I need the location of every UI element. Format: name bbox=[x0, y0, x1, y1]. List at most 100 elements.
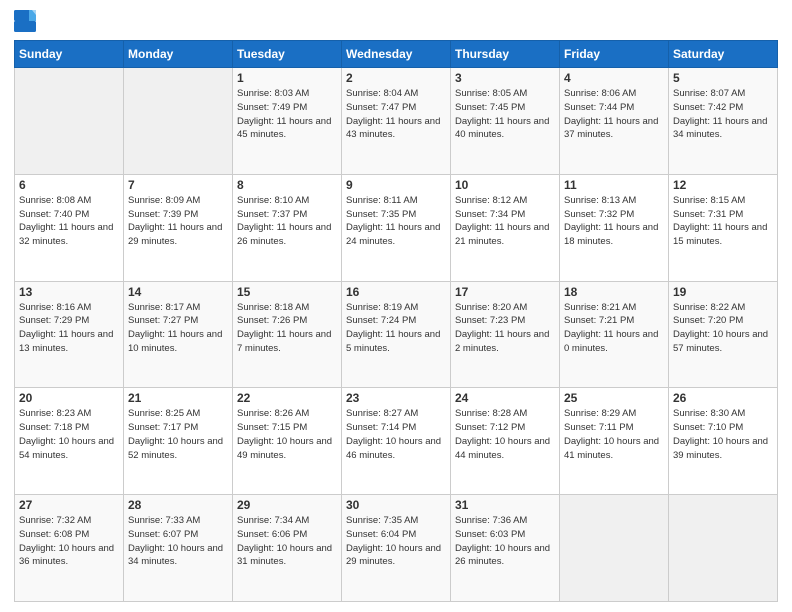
day-number: 15 bbox=[237, 285, 337, 299]
day-info: Sunrise: 8:17 AM Sunset: 7:27 PM Dayligh… bbox=[128, 301, 228, 356]
day-number: 3 bbox=[455, 71, 555, 85]
day-number: 19 bbox=[673, 285, 773, 299]
day-number: 11 bbox=[564, 178, 664, 192]
calendar-cell: 29Sunrise: 7:34 AM Sunset: 6:06 PM Dayli… bbox=[233, 495, 342, 602]
day-info: Sunrise: 8:04 AM Sunset: 7:47 PM Dayligh… bbox=[346, 87, 446, 142]
calendar-cell: 7Sunrise: 8:09 AM Sunset: 7:39 PM Daylig… bbox=[124, 174, 233, 281]
calendar-header-sunday: Sunday bbox=[15, 41, 124, 68]
day-number: 8 bbox=[237, 178, 337, 192]
day-info: Sunrise: 8:11 AM Sunset: 7:35 PM Dayligh… bbox=[346, 194, 446, 249]
calendar-week-3: 13 Sunrise: 8:16 AM Sunset: 7:29 PM Dayli… bbox=[15, 281, 778, 388]
day-info: Sunrise: 8:27 AM Sunset: 7:14 PM Dayligh… bbox=[346, 407, 446, 462]
day-info: Sunrise: 8:19 AM Sunset: 7:24 PM Dayligh… bbox=[346, 301, 446, 356]
day-number: 5 bbox=[673, 71, 773, 85]
day-info: Sunrise: 8:20 AM Sunset: 7:23 PM Dayligh… bbox=[455, 301, 555, 356]
calendar-cell bbox=[560, 495, 669, 602]
day-number: 1 bbox=[237, 71, 337, 85]
calendar-cell: 4 Sunrise: 8:06 AM Sunset: 7:44 PM Daylig… bbox=[560, 68, 669, 175]
calendar-cell: 26 Sunrise: 8:30 AM Sunset: 7:10 PM Dayli… bbox=[669, 388, 778, 495]
calendar-cell: 8 Sunrise: 8:10 AM Sunset: 7:37 PM Daylig… bbox=[233, 174, 342, 281]
day-number: 24 bbox=[455, 391, 555, 405]
calendar-cell: 21 Sunrise: 8:25 AM Sunset: 7:17 PM Dayli… bbox=[124, 388, 233, 495]
calendar-cell: 10 Sunrise: 8:12 AM Sunset: 7:34 PM Dayli… bbox=[451, 174, 560, 281]
calendar-cell: 9 Sunrise: 8:11 AM Sunset: 7:35 PM Daylig… bbox=[342, 174, 451, 281]
calendar-cell: 18Sunrise: 8:21 AM Sunset: 7:21 PM Dayli… bbox=[560, 281, 669, 388]
day-number: 28 bbox=[128, 498, 228, 512]
calendar-cell: 15 Sunrise: 8:18 AM Sunset: 7:26 PM Dayli… bbox=[233, 281, 342, 388]
day-info: Sunrise: 8:22 AM Sunset: 7:20 PM Dayligh… bbox=[673, 301, 773, 356]
calendar-header-tuesday: Tuesday bbox=[233, 41, 342, 68]
calendar-cell: 17 Sunrise: 8:20 AM Sunset: 7:23 PM Dayli… bbox=[451, 281, 560, 388]
day-info: Sunrise: 8:05 AM Sunset: 7:45 PM Dayligh… bbox=[455, 87, 555, 142]
day-number: 17 bbox=[455, 285, 555, 299]
day-info: Sunrise: 8:08 AM Sunset: 7:40 PM Dayligh… bbox=[19, 194, 119, 249]
day-number: 25 bbox=[564, 391, 664, 405]
day-info: Sunrise: 8:15 AM Sunset: 7:31 PM Dayligh… bbox=[673, 194, 773, 249]
calendar-cell: 1 Sunrise: 8:03 AM Sunset: 7:49 PM Daylig… bbox=[233, 68, 342, 175]
day-info: Sunrise: 8:10 AM Sunset: 7:37 PM Dayligh… bbox=[237, 194, 337, 249]
calendar-cell: 27Sunrise: 7:32 AM Sunset: 6:08 PM Dayli… bbox=[15, 495, 124, 602]
day-info: Sunrise: 8:25 AM Sunset: 7:17 PM Dayligh… bbox=[128, 407, 228, 462]
day-info: Sunrise: 7:36 AM Sunset: 6:03 PM Dayligh… bbox=[455, 514, 555, 569]
calendar-week-2: 6 Sunrise: 8:08 AM Sunset: 7:40 PM Daylig… bbox=[15, 174, 778, 281]
day-number: 9 bbox=[346, 178, 446, 192]
day-number: 6 bbox=[19, 178, 119, 192]
calendar-cell: 11 Sunrise: 8:13 AM Sunset: 7:32 PM Dayli… bbox=[560, 174, 669, 281]
day-info: Sunrise: 8:13 AM Sunset: 7:32 PM Dayligh… bbox=[564, 194, 664, 249]
day-info: Sunrise: 8:29 AM Sunset: 7:11 PM Dayligh… bbox=[564, 407, 664, 462]
day-number: 21 bbox=[128, 391, 228, 405]
calendar-cell: 31 Sunrise: 7:36 AM Sunset: 6:03 PM Dayli… bbox=[451, 495, 560, 602]
day-info: Sunrise: 8:16 AM Sunset: 7:29 PM Dayligh… bbox=[19, 301, 119, 356]
calendar-cell: 13 Sunrise: 8:16 AM Sunset: 7:29 PM Dayli… bbox=[15, 281, 124, 388]
calendar-cell: 3 Sunrise: 8:05 AM Sunset: 7:45 PM Daylig… bbox=[451, 68, 560, 175]
day-info: Sunrise: 8:06 AM Sunset: 7:44 PM Dayligh… bbox=[564, 87, 664, 142]
day-info: Sunrise: 8:09 AM Sunset: 7:39 PM Dayligh… bbox=[128, 194, 228, 249]
header bbox=[14, 10, 778, 32]
calendar-cell: 22 Sunrise: 8:26 AM Sunset: 7:15 PM Dayli… bbox=[233, 388, 342, 495]
day-info: Sunrise: 8:30 AM Sunset: 7:10 PM Dayligh… bbox=[673, 407, 773, 462]
day-number: 26 bbox=[673, 391, 773, 405]
day-number: 4 bbox=[564, 71, 664, 85]
calendar-header-saturday: Saturday bbox=[669, 41, 778, 68]
calendar-cell: 16 Sunrise: 8:19 AM Sunset: 7:24 PM Dayli… bbox=[342, 281, 451, 388]
calendar-week-5: 27Sunrise: 7:32 AM Sunset: 6:08 PM Dayli… bbox=[15, 495, 778, 602]
day-number: 20 bbox=[19, 391, 119, 405]
day-info: Sunrise: 8:23 AM Sunset: 7:18 PM Dayligh… bbox=[19, 407, 119, 462]
day-info: Sunrise: 7:33 AM Sunset: 6:07 PM Dayligh… bbox=[128, 514, 228, 569]
page: SundayMondayTuesdayWednesdayThursdayFrid… bbox=[0, 0, 792, 612]
day-number: 23 bbox=[346, 391, 446, 405]
calendar-cell: 23 Sunrise: 8:27 AM Sunset: 7:14 PM Dayli… bbox=[342, 388, 451, 495]
logo bbox=[14, 10, 40, 32]
calendar-cell: 2 Sunrise: 8:04 AM Sunset: 7:47 PM Daylig… bbox=[342, 68, 451, 175]
day-number: 16 bbox=[346, 285, 446, 299]
day-number: 31 bbox=[455, 498, 555, 512]
day-number: 13 bbox=[19, 285, 119, 299]
calendar-header-thursday: Thursday bbox=[451, 41, 560, 68]
calendar-cell: 20 Sunrise: 8:23 AM Sunset: 7:18 PM Dayli… bbox=[15, 388, 124, 495]
calendar-cell: 28 Sunrise: 7:33 AM Sunset: 6:07 PM Dayli… bbox=[124, 495, 233, 602]
calendar-header-wednesday: Wednesday bbox=[342, 41, 451, 68]
day-info: Sunrise: 8:03 AM Sunset: 7:49 PM Dayligh… bbox=[237, 87, 337, 142]
day-number: 2 bbox=[346, 71, 446, 85]
calendar-week-4: 20 Sunrise: 8:23 AM Sunset: 7:18 PM Dayli… bbox=[15, 388, 778, 495]
calendar-cell bbox=[124, 68, 233, 175]
day-info: Sunrise: 8:07 AM Sunset: 7:42 PM Dayligh… bbox=[673, 87, 773, 142]
day-info: Sunrise: 7:34 AM Sunset: 6:06 PM Dayligh… bbox=[237, 514, 337, 569]
day-number: 22 bbox=[237, 391, 337, 405]
calendar-cell bbox=[669, 495, 778, 602]
day-info: Sunrise: 8:12 AM Sunset: 7:34 PM Dayligh… bbox=[455, 194, 555, 249]
calendar-header-monday: Monday bbox=[124, 41, 233, 68]
day-number: 27 bbox=[19, 498, 119, 512]
calendar-header-friday: Friday bbox=[560, 41, 669, 68]
day-info: Sunrise: 7:35 AM Sunset: 6:04 PM Dayligh… bbox=[346, 514, 446, 569]
calendar-cell: 30 Sunrise: 7:35 AM Sunset: 6:04 PM Dayli… bbox=[342, 495, 451, 602]
calendar-cell: 24Sunrise: 8:28 AM Sunset: 7:12 PM Dayli… bbox=[451, 388, 560, 495]
calendar-cell: 5 Sunrise: 8:07 AM Sunset: 7:42 PM Daylig… bbox=[669, 68, 778, 175]
day-number: 30 bbox=[346, 498, 446, 512]
day-info: Sunrise: 8:18 AM Sunset: 7:26 PM Dayligh… bbox=[237, 301, 337, 356]
calendar-cell: 14Sunrise: 8:17 AM Sunset: 7:27 PM Dayli… bbox=[124, 281, 233, 388]
day-info: Sunrise: 8:26 AM Sunset: 7:15 PM Dayligh… bbox=[237, 407, 337, 462]
calendar-cell: 19 Sunrise: 8:22 AM Sunset: 7:20 PM Dayli… bbox=[669, 281, 778, 388]
calendar-cell: 25 Sunrise: 8:29 AM Sunset: 7:11 PM Dayli… bbox=[560, 388, 669, 495]
day-number: 10 bbox=[455, 178, 555, 192]
